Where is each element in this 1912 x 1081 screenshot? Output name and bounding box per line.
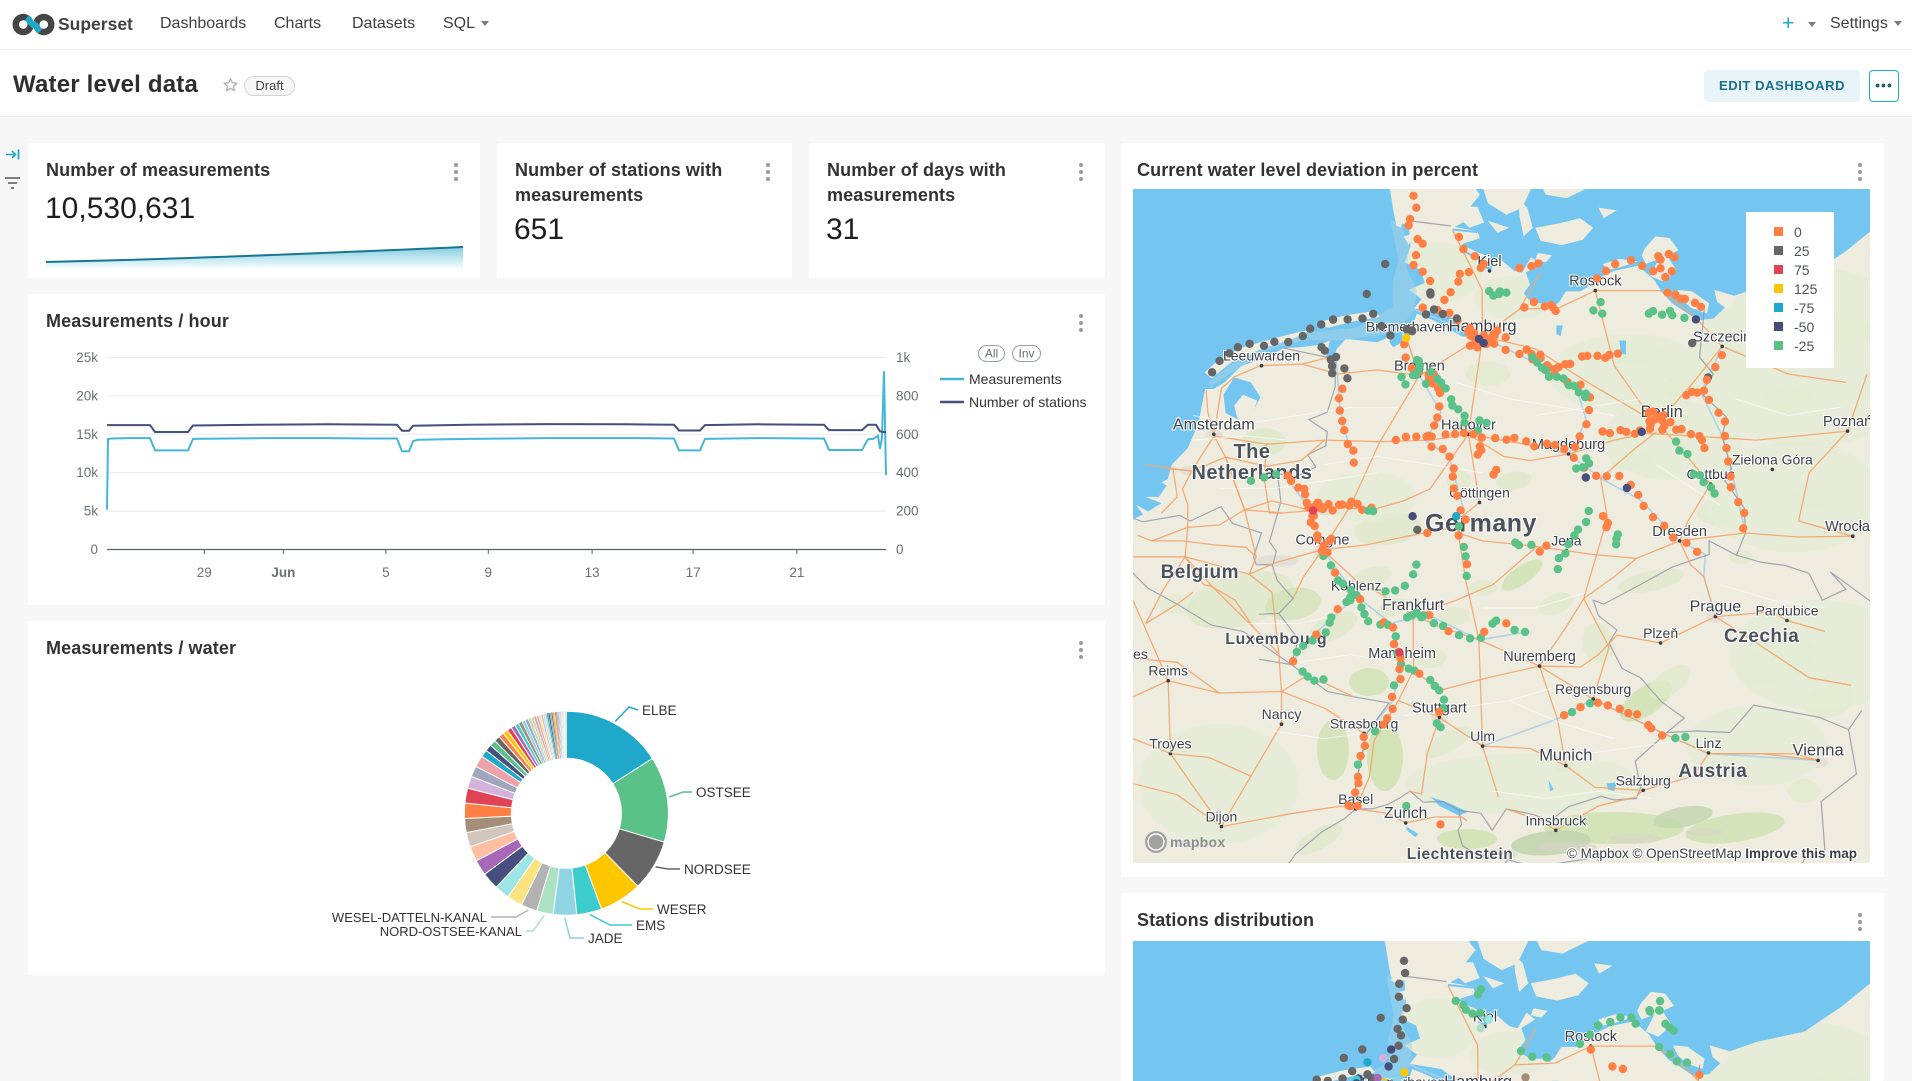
svg-text:ELBE: ELBE [642, 703, 677, 718]
svg-text:15k: 15k [76, 427, 98, 442]
svg-text:400: 400 [896, 465, 919, 480]
svg-text:Plzeň: Plzeň [1643, 625, 1678, 641]
svg-text:NORDSEE: NORDSEE [684, 862, 751, 877]
svg-text:1k: 1k [896, 350, 911, 365]
svg-text:Amsterdam: Amsterdam [1173, 416, 1255, 433]
svg-text:Liechtenstein: Liechtenstein [1407, 846, 1513, 863]
svg-text:0: 0 [896, 542, 904, 557]
svg-text:Measurements: Measurements [969, 371, 1062, 387]
svg-text:WESER: WESER [657, 902, 707, 917]
svg-text:Jun: Jun [271, 565, 295, 580]
svg-text:800: 800 [896, 388, 919, 403]
svg-text:Vienna: Vienna [1793, 741, 1845, 759]
svg-text:Austria: Austria [1678, 761, 1747, 782]
svg-text:Magdeburg: Magdeburg [1532, 437, 1605, 453]
svg-text:-75: -75 [1794, 300, 1814, 316]
svg-text:Ulm: Ulm [1470, 728, 1495, 744]
svg-text:17: 17 [686, 565, 701, 580]
svg-text:Hamburg: Hamburg [1444, 1073, 1512, 1081]
svg-text:NORD-OSTSEE-KANAL: NORD-OSTSEE-KANAL [380, 924, 522, 939]
svg-text:Innsbruck: Innsbruck [1525, 812, 1587, 828]
svg-text:Troyes: Troyes [1149, 736, 1191, 752]
svg-text:Czechia: Czechia [1724, 626, 1799, 647]
svg-text:25: 25 [1794, 243, 1810, 259]
svg-text:600: 600 [896, 427, 919, 442]
svg-text:© Mapbox © OpenStreetMap Impro: © Mapbox © OpenStreetMap Improve this ma… [1567, 846, 1857, 861]
svg-text:JADE: JADE [588, 931, 623, 946]
svg-text:Pardubice: Pardubice [1755, 603, 1818, 619]
svg-text:Nuremberg: Nuremberg [1503, 649, 1576, 665]
svg-text:EMS: EMS [636, 918, 665, 933]
svg-text:21: 21 [789, 565, 804, 580]
svg-text:75: 75 [1794, 262, 1810, 278]
svg-text:Charleville-Mézières: Charleville-Mézières [1133, 646, 1148, 662]
svg-text:Szczecin: Szczecin [1693, 329, 1751, 345]
svg-text:Dijon: Dijon [1205, 809, 1237, 825]
svg-text:-25: -25 [1794, 338, 1814, 354]
svg-text:9: 9 [485, 565, 493, 580]
svg-text:Inv: Inv [1018, 347, 1034, 361]
svg-text:Nancy: Nancy [1262, 706, 1302, 722]
svg-text:Germany: Germany [1425, 509, 1537, 537]
svg-text:Wrocław: Wrocław [1825, 519, 1870, 535]
svg-text:25k: 25k [76, 350, 98, 365]
svg-text:Number of stations: Number of stations [969, 394, 1087, 410]
svg-text:29: 29 [197, 565, 212, 580]
svg-text:20k: 20k [76, 388, 98, 403]
svg-text:All: All [985, 347, 998, 361]
svg-text:125: 125 [1794, 281, 1818, 297]
svg-text:Munich: Munich [1539, 747, 1592, 765]
svg-text:Poznań: Poznań [1823, 414, 1870, 430]
svg-text:Linz: Linz [1696, 735, 1722, 751]
svg-text:The: The [1233, 441, 1270, 463]
svg-text:13: 13 [585, 565, 600, 580]
svg-text:Belgium: Belgium [1161, 562, 1239, 583]
svg-text:Salzburg: Salzburg [1616, 772, 1671, 788]
svg-text:Regensburg: Regensburg [1555, 681, 1631, 697]
svg-text:200: 200 [896, 504, 919, 519]
svg-text:Leeuwarden: Leeuwarden [1223, 348, 1300, 364]
svg-text:0: 0 [1794, 224, 1802, 240]
svg-text:OSTSEE: OSTSEE [696, 785, 751, 800]
svg-text:WESEL-DATTELN-KANAL: WESEL-DATTELN-KANAL [332, 910, 487, 925]
svg-text:5k: 5k [84, 504, 99, 519]
svg-text:mapbox: mapbox [1170, 834, 1225, 850]
svg-text:0: 0 [90, 542, 98, 557]
svg-text:Reims: Reims [1148, 663, 1188, 679]
svg-text:Prague: Prague [1690, 599, 1742, 616]
svg-text:-50: -50 [1794, 319, 1814, 335]
svg-text:5: 5 [382, 565, 390, 580]
svg-text:10k: 10k [76, 465, 98, 480]
svg-text:Zielona Góra: Zielona Góra [1732, 451, 1813, 467]
